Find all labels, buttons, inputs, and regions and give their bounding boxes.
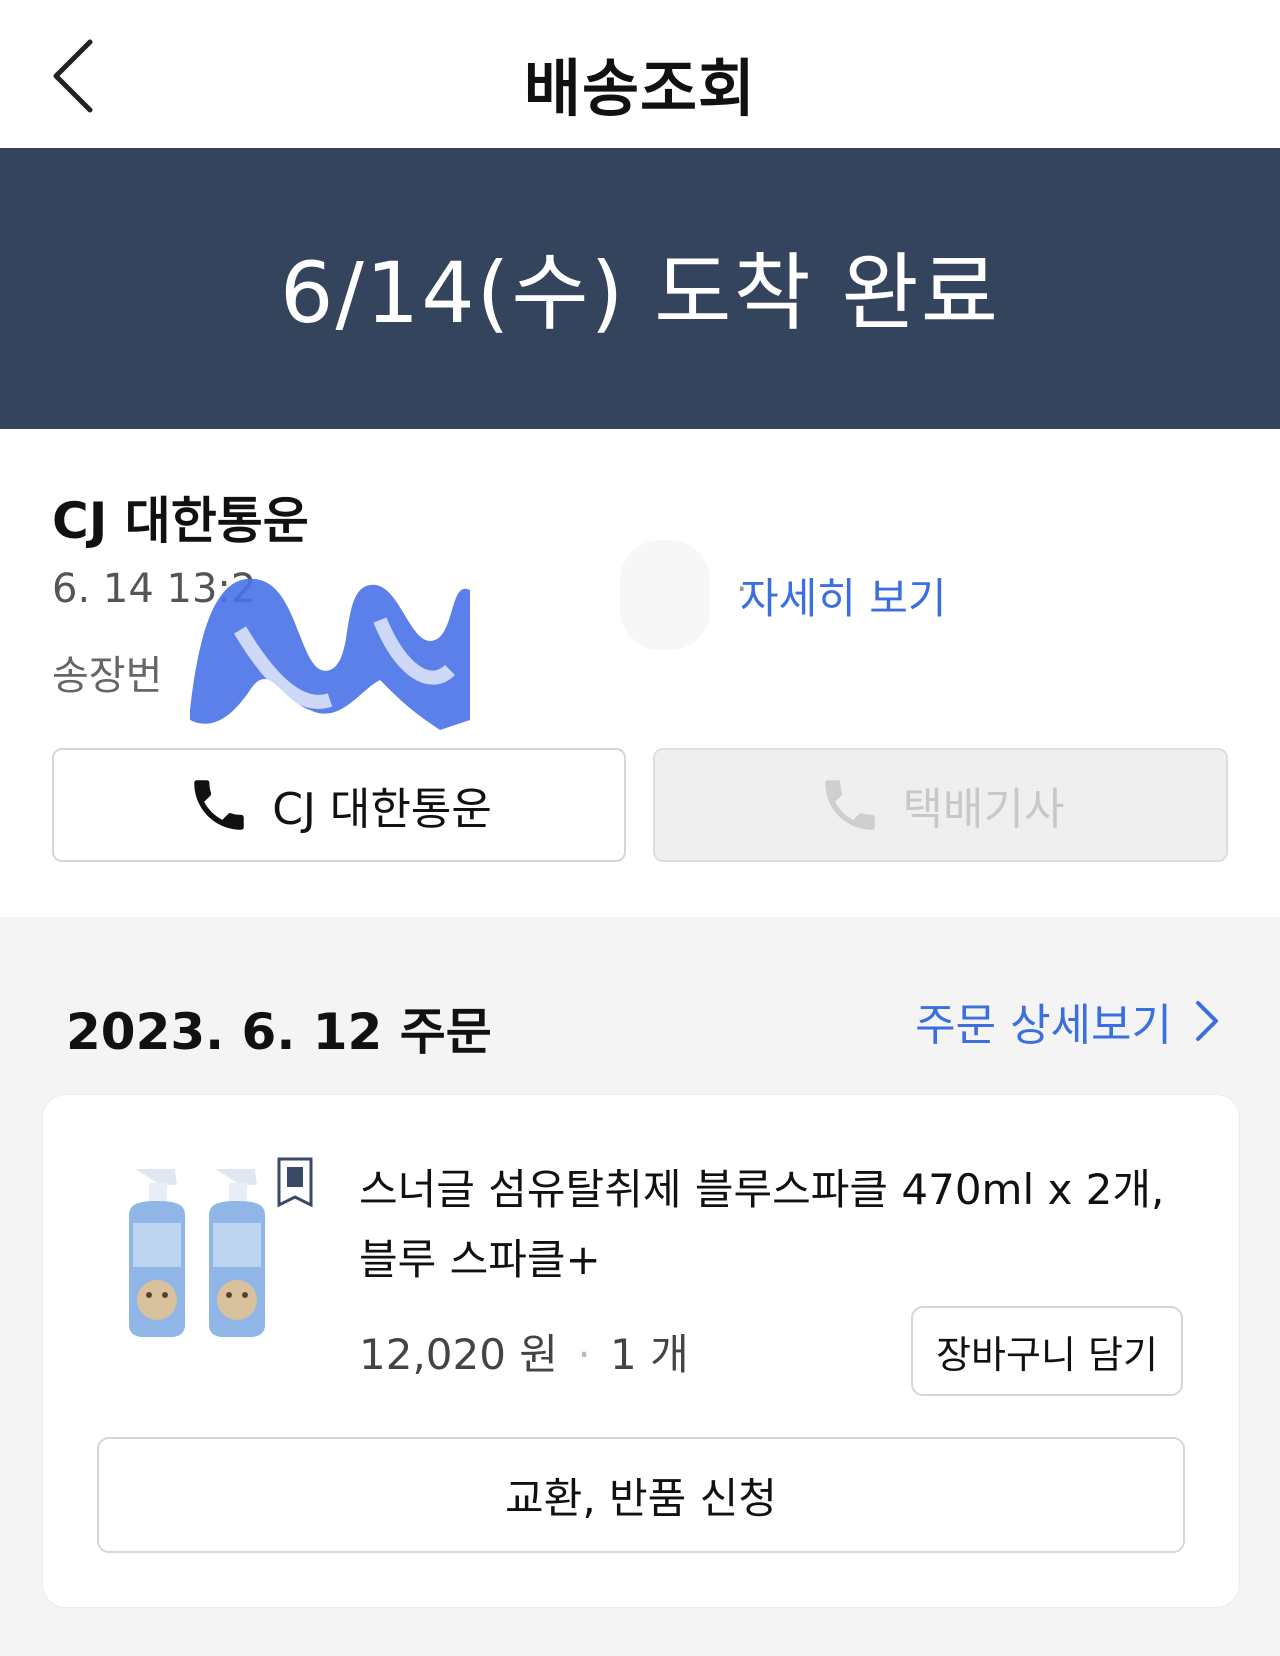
order-detail-link[interactable]: 주문 상세보기 xyxy=(915,989,1220,1053)
top-bar: 배송조회 xyxy=(0,0,1280,148)
call-driver-label: 택배기사 xyxy=(902,784,1065,835)
phone-icon xyxy=(194,780,244,830)
call-driver-button[interactable]: 택배기사 xyxy=(653,748,1228,862)
chevron-right-icon xyxy=(1196,1001,1218,1041)
redaction-smudge xyxy=(620,540,710,650)
delivery-status-banner: 6/14(수) 도착 완료 xyxy=(0,148,1280,429)
exchange-return-button[interactable]: 교환, 반품 신청 xyxy=(97,1437,1185,1553)
price-quantity-line: 12,020 원 · 1 개 xyxy=(359,1321,689,1382)
invoice-number-label: 송장번 xyxy=(52,653,163,699)
product-name[interactable]: 스너글 섬유탈취제 블루스파클 470ml x 2개, 블루 스파클+ xyxy=(359,1155,1179,1295)
page-title: 배송조회 xyxy=(523,52,757,125)
order-header: 2023. 6. 12 주문 주문 상세보기 xyxy=(0,917,1280,1087)
redaction-scribble xyxy=(190,578,470,730)
order-item-card: 스너글 섬유탈취제 블루스파클 470ml x 2개, 블루 스파클+ 12,0… xyxy=(42,1094,1240,1608)
carrier-name: CJ 대한통운 xyxy=(52,492,309,550)
order-detail-label: 주문 상세보기 xyxy=(915,1000,1172,1051)
delivery-status-text: 6/14(수) 도착 완료 xyxy=(280,244,1000,342)
call-carrier-button[interactable]: CJ 대한통운 xyxy=(52,748,626,862)
call-carrier-label: CJ 대한통운 xyxy=(272,784,492,835)
add-to-cart-button[interactable]: 장바구니 담기 xyxy=(911,1306,1183,1396)
separator-dot: · xyxy=(577,1330,591,1379)
tracking-detail-link[interactable]: 자세히 보기 xyxy=(740,565,947,626)
phone-icon xyxy=(824,780,875,830)
product-image[interactable] xyxy=(115,1155,315,1345)
product-quantity: 1 개 xyxy=(610,1330,689,1379)
product-price: 12,020 원 xyxy=(359,1330,558,1379)
order-date: 2023. 6. 12 주문 xyxy=(66,1003,492,1061)
